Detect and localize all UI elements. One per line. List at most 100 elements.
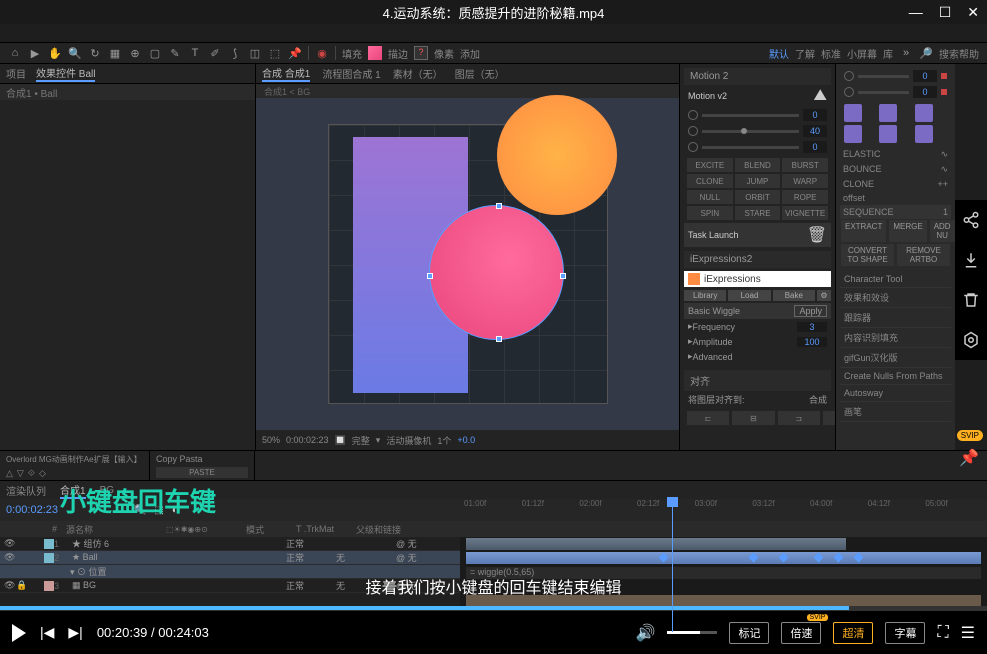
- fill-label[interactable]: 填充: [342, 46, 362, 61]
- snap-icon[interactable]: ◉: [315, 46, 329, 60]
- addnu-button[interactable]: ADD NU: [930, 220, 955, 242]
- viewer-time[interactable]: 0:00:02:23: [286, 435, 329, 445]
- color-swatch[interactable]: [879, 104, 897, 122]
- roto-tool-icon[interactable]: ⬚: [268, 46, 282, 60]
- workspace-menu-icon[interactable]: »: [899, 46, 913, 60]
- view-count[interactable]: 1个: [437, 434, 451, 447]
- ext-prop2-icon[interactable]: [844, 87, 854, 97]
- iexp-library-tab[interactable]: Library: [684, 290, 726, 301]
- search-placeholder[interactable]: 搜索帮助: [939, 46, 979, 61]
- iexp-bake-tab[interactable]: Bake: [773, 290, 815, 301]
- playhead[interactable]: [672, 497, 673, 632]
- ext-item[interactable]: 效果和效设: [840, 288, 951, 308]
- composition-viewer[interactable]: [256, 98, 679, 430]
- mark-button[interactable]: 标记: [729, 622, 769, 644]
- layer-row-selected[interactable]: 👁 2 ★ Ball 正常 无 @ 无: [0, 551, 460, 565]
- camera-tool-icon[interactable]: ▦: [108, 46, 122, 60]
- slider-3[interactable]: [702, 146, 799, 149]
- search-icon[interactable]: 🔎: [919, 46, 933, 60]
- prev-button[interactable]: |◀: [40, 624, 54, 641]
- eye-icon[interactable]: 👁: [4, 538, 16, 549]
- workspace-small[interactable]: 小屏幕: [847, 46, 877, 61]
- advanced-label[interactable]: Advanced: [693, 352, 827, 362]
- fill-swatch[interactable]: [368, 46, 382, 60]
- close-icon[interactable]: ✕: [967, 4, 979, 21]
- workspace-default[interactable]: 默认: [769, 46, 789, 61]
- spin-button[interactable]: SPIN: [687, 206, 733, 220]
- rotate-tool-icon[interactable]: ↻: [88, 46, 102, 60]
- align-right-icon[interactable]: ⊐: [778, 411, 820, 425]
- flowchart-tab[interactable]: 流程图合成 1: [322, 66, 380, 81]
- anchor-prop-icon[interactable]: [688, 110, 698, 120]
- speed-button[interactable]: 倍速SVIP: [781, 622, 821, 644]
- blend-button[interactable]: BLEND: [735, 158, 781, 172]
- caption-button[interactable]: 字幕: [885, 622, 925, 644]
- layer-row[interactable]: 👁 1 ★ 组仿 6 正常 @ 无: [0, 537, 460, 551]
- zoom-tool-icon[interactable]: 🔍: [68, 46, 82, 60]
- ext-prop1-icon[interactable]: [844, 71, 854, 81]
- ext-item[interactable]: Autosway: [840, 385, 951, 402]
- excite-button[interactable]: EXCITE: [687, 158, 733, 172]
- ovl-icon[interactable]: ▽: [17, 468, 24, 479]
- footage-tab[interactable]: 素材（无）: [393, 66, 443, 81]
- shape-tool-icon[interactable]: ▢: [148, 46, 162, 60]
- align-left-icon[interactable]: ⊏: [687, 411, 729, 425]
- stare-button[interactable]: STARE: [735, 206, 781, 220]
- orbit-button[interactable]: ORBIT: [735, 190, 781, 204]
- render-queue-tab[interactable]: 渲染队列: [6, 483, 46, 498]
- workspace-library[interactable]: 库: [883, 46, 893, 61]
- iexp-preset[interactable]: Basic Wiggle: [688, 306, 740, 316]
- ext-item[interactable]: 跟踪器: [840, 308, 951, 328]
- burst-button[interactable]: BURST: [782, 158, 828, 172]
- camera-select[interactable]: 活动摄像机: [386, 434, 431, 447]
- next-button[interactable]: ▶|: [68, 624, 82, 641]
- iexp-load-tab[interactable]: Load: [728, 290, 770, 301]
- align-top-icon[interactable]: ⊓: [823, 411, 835, 425]
- comp-tab[interactable]: 合成 合成1: [262, 65, 310, 82]
- ext-item[interactable]: Character Tool: [840, 271, 951, 288]
- track-bar-selected[interactable]: [466, 552, 981, 564]
- play-button[interactable]: [12, 624, 26, 642]
- add-label[interactable]: 添加: [460, 46, 480, 61]
- vignette-button[interactable]: VIGNETTE: [782, 206, 828, 220]
- home-icon[interactable]: ⌂: [8, 46, 22, 60]
- slider-2[interactable]: [702, 130, 799, 133]
- pos-prop-icon[interactable]: [688, 126, 698, 136]
- quality-button[interactable]: 超清: [833, 622, 873, 644]
- red-dot-icon[interactable]: [941, 73, 947, 79]
- slider-1[interactable]: [702, 114, 799, 117]
- text-tool-icon[interactable]: T: [188, 46, 202, 60]
- paste-button[interactable]: PASTE: [156, 467, 248, 478]
- settings-icon[interactable]: [961, 330, 981, 350]
- prop-val-2[interactable]: 40: [803, 125, 827, 137]
- pin-icon[interactable]: 📌: [959, 448, 979, 468]
- red-dot2-icon[interactable]: [941, 89, 947, 95]
- minimize-icon[interactable]: —: [909, 4, 923, 21]
- download-icon[interactable]: [961, 250, 981, 270]
- maximize-icon[interactable]: ☐: [939, 4, 952, 21]
- resolution[interactable]: 完整: [352, 434, 370, 447]
- warp-button[interactable]: WARP: [782, 174, 828, 188]
- pen-tool-icon[interactable]: ✎: [168, 46, 182, 60]
- ext-item[interactable]: Create Nulls From Paths: [840, 368, 951, 385]
- hand-tool-icon[interactable]: ✋: [48, 46, 62, 60]
- shape-ball-selected[interactable]: [429, 205, 564, 340]
- task-launch[interactable]: Task Launch: [688, 230, 803, 240]
- trash-icon[interactable]: 🗑: [807, 225, 827, 245]
- preset-icon[interactable]: ⛰: [814, 87, 827, 105]
- clone-tool-icon[interactable]: ⟆: [228, 46, 242, 60]
- preset-name[interactable]: Motion v2: [688, 91, 727, 101]
- track-bar[interactable]: [466, 538, 846, 550]
- merge-button[interactable]: MERGE: [889, 220, 926, 242]
- playlist-icon[interactable]: ☰: [961, 623, 975, 643]
- color-swatch[interactable]: [915, 125, 933, 143]
- ext-item[interactable]: 画笔: [840, 402, 951, 422]
- volume-icon[interactable]: 🔊: [636, 623, 656, 643]
- prop-val-1[interactable]: 0: [803, 109, 827, 121]
- eye-icon[interactable]: 👁: [4, 552, 16, 563]
- eye-icon[interactable]: 👁: [4, 580, 16, 591]
- zoom-value[interactable]: 50%: [262, 435, 280, 445]
- workspace-standard[interactable]: 标准: [821, 46, 841, 61]
- apply-button[interactable]: Apply: [794, 305, 827, 317]
- null-button[interactable]: NULL: [687, 190, 733, 204]
